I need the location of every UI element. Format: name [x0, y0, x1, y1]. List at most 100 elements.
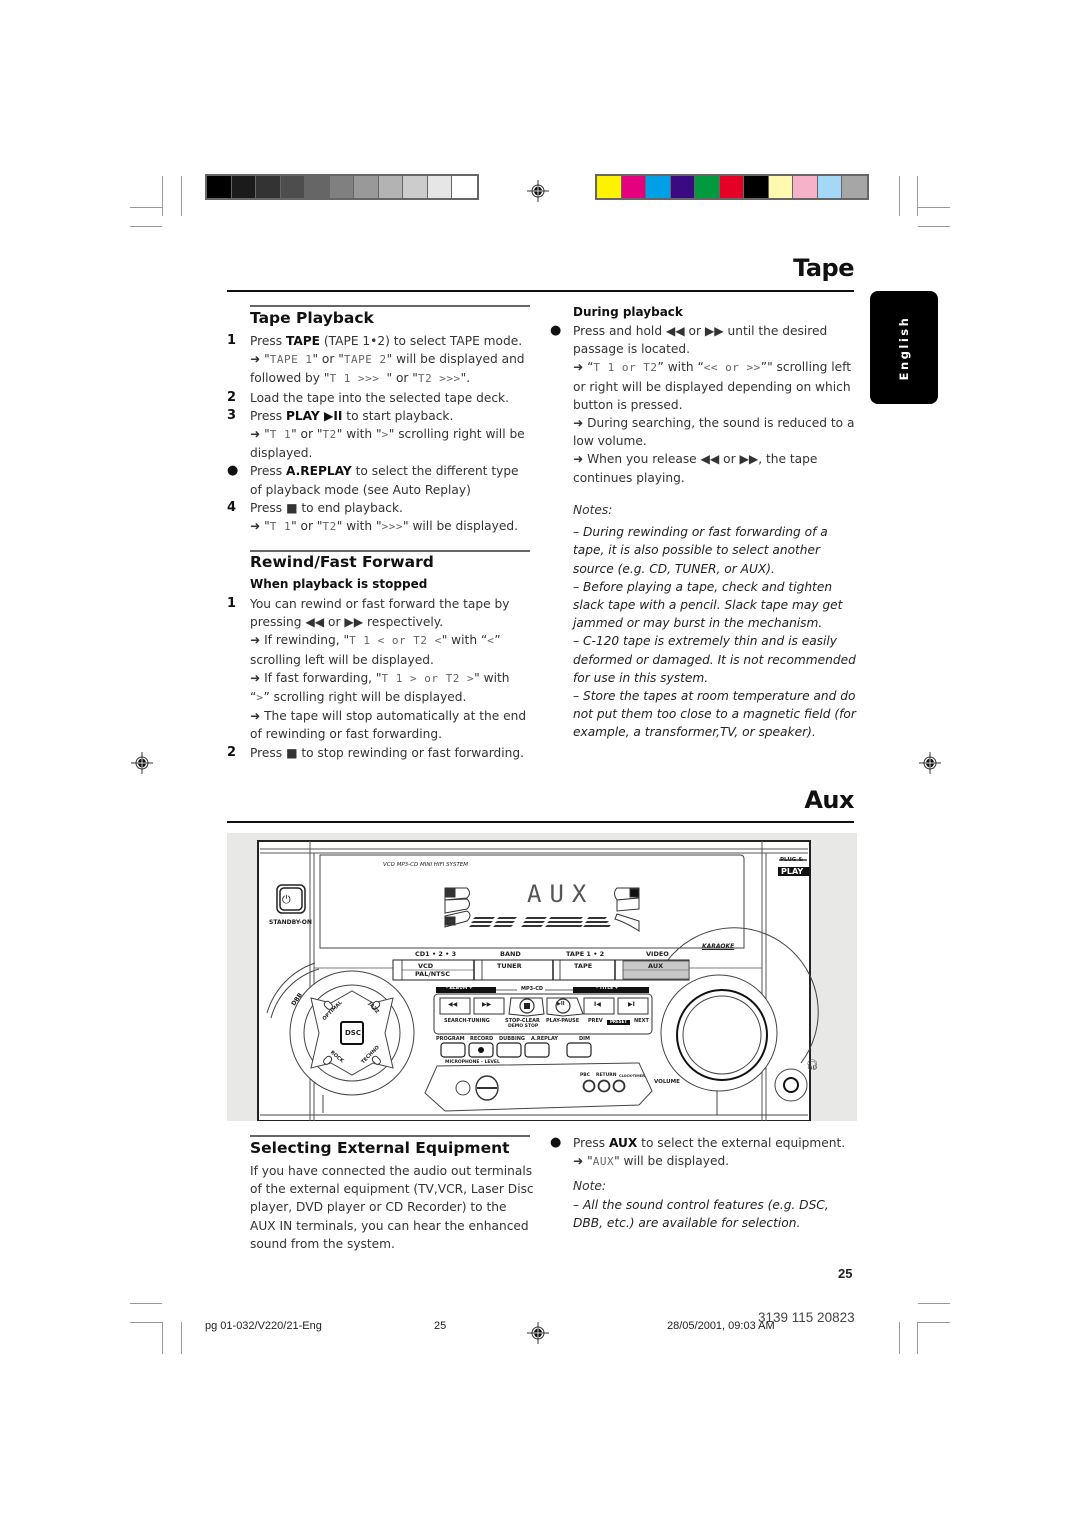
mp3cd-label: MP3-CD: [521, 986, 544, 992]
color-swatch: [842, 176, 867, 198]
selecting-external-body: If you have connected the audio out term…: [250, 1164, 534, 1251]
color-swatch: [670, 176, 695, 198]
color-swatch: [695, 176, 720, 198]
aux-instructions: ● Press AUX to select the external equip…: [550, 1134, 855, 1232]
lcd-display-text: AUX: [527, 880, 595, 908]
next-button[interactable]: ▶I: [628, 1001, 635, 1008]
title-rule: [227, 290, 854, 292]
play-pause-button[interactable]: ▶II: [557, 1001, 565, 1007]
color-swatch: [646, 176, 671, 198]
section-rule: [250, 305, 530, 307]
plug-play-logo-bottom: PLAY: [781, 867, 804, 876]
grayscale-swatch: [207, 176, 232, 198]
aux-note: Note: – All the sound control features (…: [550, 1177, 855, 1232]
source-sub-pal-ntsc: PAL/NTSC: [415, 970, 451, 978]
aux-bullet: ● Press AUX to select the external equip…: [550, 1135, 846, 1150]
arrow-icon: ➜: [250, 633, 261, 648]
aux-result: ➜ "AUX" will be displayed.: [573, 1154, 730, 1169]
search-tuning-label: SEARCH-TUNING: [444, 1018, 490, 1024]
pbc-label: PBC: [580, 1073, 591, 1078]
step-1-result: ➜ "TAPE 1" or "TAPE 2" will be displayed…: [250, 352, 525, 386]
prev-label: PREV: [588, 1018, 603, 1024]
notes-heading: Notes:: [573, 503, 613, 517]
notes-block: Notes: – During rewinding or fast forwar…: [573, 495, 858, 742]
page-title-aux: Aux: [804, 786, 854, 814]
aux-note-heading: Note:: [573, 1179, 606, 1194]
return-label: RETURN: [596, 1073, 617, 1078]
grayscale-swatch: [403, 176, 428, 198]
grayscale-swatch: [280, 176, 305, 198]
tape-playback-steps: 1 Press TAPE (TAPE 1•2) to select TAPE m…: [227, 332, 532, 536]
source-button-aux[interactable]: AUX: [648, 962, 663, 970]
title-label: - TITLE +: [596, 986, 619, 991]
grayscale-swatch: [354, 176, 379, 198]
arrow-icon: ➜: [573, 416, 584, 431]
color-swatch: [768, 176, 793, 198]
section-heading-selecting-external: Selecting External Equipment: [250, 1139, 510, 1157]
step-1: 1 Press TAPE (TAPE 1•2) to select TAPE m…: [227, 333, 523, 348]
rewind-result-1: ➜ If rewinding, "T 1 < or T2 <" with “<”…: [250, 633, 501, 667]
source-button-vcd[interactable]: VCD: [418, 962, 433, 970]
prev-button[interactable]: I◀: [594, 1001, 601, 1008]
color-swatch: [597, 176, 622, 198]
device-front-panel: [257, 840, 819, 1121]
source-label-cd: CD1 • 2 • 3: [415, 950, 457, 958]
karaoke-logo: KARAOKE: [702, 943, 735, 950]
page-title-tape: Tape: [793, 254, 854, 282]
registration-mark-icon: [527, 180, 549, 202]
color-swatch: [793, 176, 818, 198]
grayscale-swatch: [231, 176, 256, 198]
clock-timer-label: CLOCK-TIMER: [619, 1074, 645, 1078]
grayscale-swatch: [427, 176, 452, 198]
arrow-icon: ➜: [250, 352, 261, 367]
source-label-band: BAND: [500, 950, 521, 958]
grayscale-swatch: [305, 176, 330, 198]
rewind-step-1: 1 You can rewind or fast forward the tap…: [227, 596, 510, 630]
subheading-when-stopped: When playback is stopped: [250, 577, 428, 591]
color-swatch: [621, 176, 646, 198]
source-button-tuner[interactable]: TUNER: [497, 962, 522, 970]
fast-forward-button[interactable]: ▶▶: [482, 1001, 491, 1008]
arrow-icon: ➜: [250, 709, 261, 724]
during-result-2: ➜ During searching, the sound is reduced…: [573, 416, 855, 449]
standby-on-label: STANDBY-ON: [269, 919, 312, 926]
footer-page: 25: [434, 1320, 447, 1332]
section-rule: [250, 550, 530, 552]
rewind-button[interactable]: ◀◀: [448, 1001, 457, 1008]
registration-mark-icon: [131, 752, 153, 774]
areplay-label: A.REPLAY: [531, 1036, 558, 1042]
note-item: – During rewinding or fast forwarding of…: [573, 525, 828, 576]
source-label-video: VIDEO: [646, 950, 669, 958]
volume-label: VOLUME: [654, 1079, 680, 1085]
language-tab-label: English: [897, 315, 911, 380]
subheading-during-playback: During playback: [573, 305, 683, 319]
step-3: 3 Press PLAY ▶II to start playback.: [227, 407, 454, 423]
section-heading-rewind-ff: Rewind/Fast Forward: [250, 553, 434, 571]
note-item: – C-120 tape is extremely thin and is ea…: [573, 634, 856, 685]
color-swatch: [817, 176, 842, 198]
step-3-result: ➜ "T 1" or "T2" with ">" scrolling right…: [250, 427, 525, 461]
dsc-button[interactable]: DSC: [345, 1029, 361, 1037]
arrow-icon: ➜: [250, 519, 261, 534]
dim-label: DIM: [579, 1036, 590, 1042]
during-result-1: ➜ “T 1 or T2” with “<< or >>”" scrolling…: [573, 360, 852, 412]
registration-mark-icon: [527, 1322, 549, 1344]
rewind-step-2: 2 Press ■ to stop rewinding or fast forw…: [227, 744, 524, 760]
source-label-tape: TAPE 1 • 2: [566, 950, 605, 958]
bullet-areplay: ● Press A.REPLAY to select the different…: [227, 463, 519, 497]
record-label: RECORD: [470, 1036, 494, 1042]
aux-note-text: – All the sound control features (e.g. D…: [573, 1197, 829, 1230]
grayscale-swatch: [378, 176, 403, 198]
during-playback-list: ● Press and hold ◀◀ or ▶▶ until the desi…: [550, 322, 855, 487]
power-icon[interactable]: ⏻: [282, 893, 291, 907]
section-rule: [250, 1135, 530, 1137]
demo-stop-label: DEMO STOP: [508, 1024, 539, 1029]
footer-file-name: pg 01-032/V220/21-Eng: [205, 1320, 322, 1332]
microphone-level-label: MICROPHONE - LEVEL: [445, 1060, 500, 1065]
note-item: – Store the tapes at room temperature an…: [573, 689, 856, 740]
next-label: NEXT: [634, 1018, 649, 1024]
arrow-icon: ➜: [573, 360, 584, 375]
source-button-tape[interactable]: TAPE: [574, 962, 592, 970]
rewind-ff-steps: 1 You can rewind or fast forward the tap…: [227, 595, 532, 762]
page-number: 25: [838, 1266, 853, 1281]
